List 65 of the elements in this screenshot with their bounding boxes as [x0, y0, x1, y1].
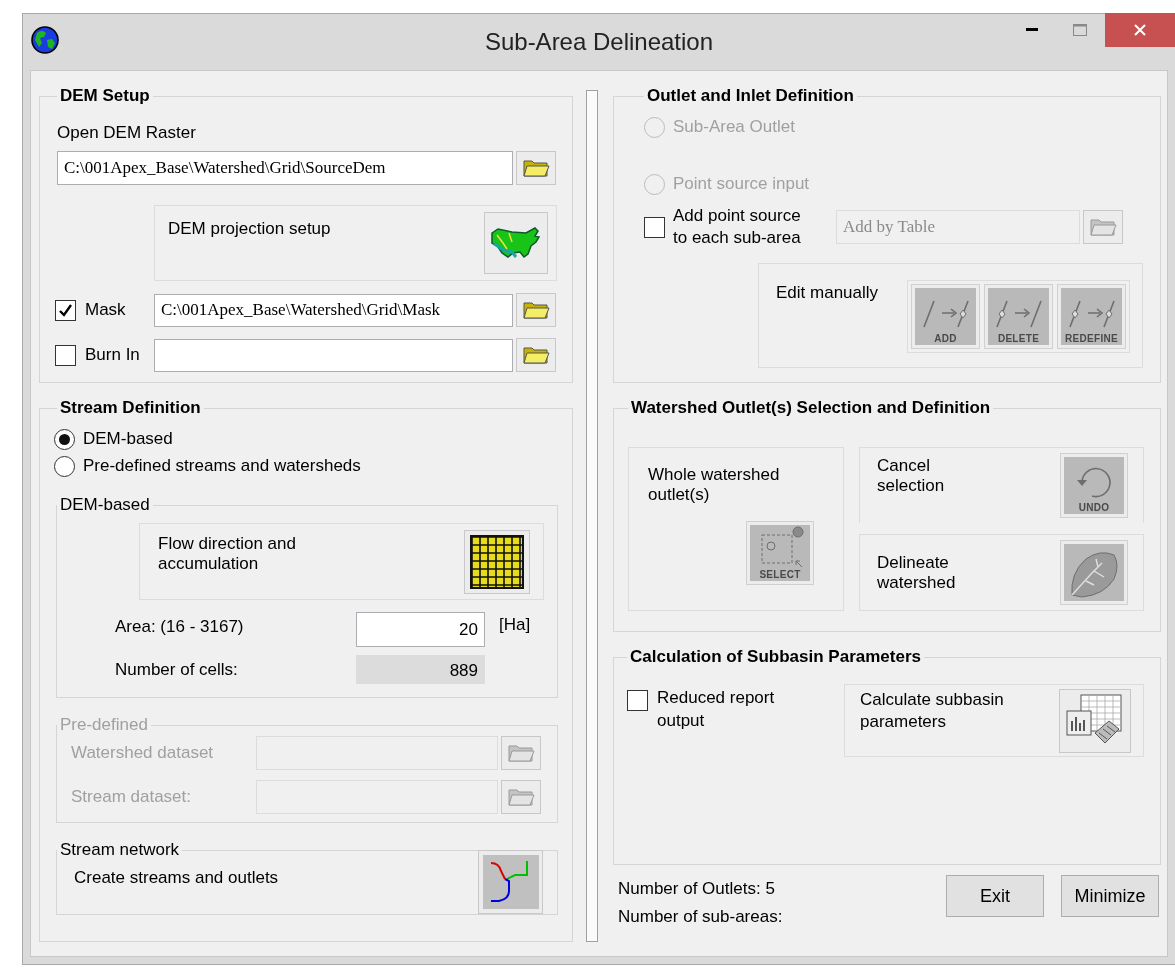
checkbox[interactable]	[55, 344, 76, 366]
path-field[interactable]: C:\001Apex_Base\Watershed\Grid\Mask	[154, 293, 513, 327]
radio-button[interactable]	[54, 428, 75, 450]
checkbox[interactable]	[627, 690, 648, 711]
field-label: Area: (16 - 3167)	[114, 616, 245, 638]
group-title: DEM-based	[59, 495, 151, 515]
path-field[interactable]: C:\001Apex_Base\Watershed\Grid\SourceDem	[57, 151, 513, 185]
panel-label: Edit manually	[775, 282, 879, 304]
panel-label: Whole watershed outlet(s)	[647, 464, 781, 505]
radio-button[interactable]	[54, 455, 75, 477]
group-title: Watershed Outlet(s) Selection and Definition	[630, 398, 992, 418]
panel-label: Calculate subbasin parameters	[859, 689, 1005, 733]
stream-network-button[interactable]	[478, 850, 543, 914]
checkbox-label: Reduced report output	[657, 687, 776, 732]
radio-label: DEM-based	[83, 429, 173, 449]
field-label: Watershed dataset	[70, 743, 215, 763]
panel-label: Flow direction and accumulation	[157, 533, 297, 575]
dialog-button[interactable]: Exit	[946, 875, 1044, 917]
minimize-icon	[1026, 28, 1038, 32]
group-title: Stream network	[59, 840, 181, 860]
folder-icon	[507, 743, 535, 763]
checkbox[interactable]	[55, 299, 76, 321]
checkbox-label: Mask	[85, 300, 126, 320]
field-label: Open DEM Raster	[57, 123, 197, 143]
group-title: DEM Setup	[59, 86, 151, 106]
close-icon	[1134, 24, 1146, 36]
stream-icon	[482, 855, 539, 909]
folder-icon	[522, 158, 550, 178]
checkbox-label: Add point source to each sub-area	[673, 205, 802, 249]
group-title: Calculation of Subbasin Parameters	[629, 647, 922, 667]
area-field[interactable]: 20	[356, 612, 485, 647]
group-title: Stream Definition	[59, 398, 202, 418]
close-button[interactable]	[1105, 13, 1175, 47]
status-text: Number of sub-areas:	[618, 906, 783, 928]
folder-icon	[522, 300, 550, 320]
panel-label: Cancel selection	[876, 455, 946, 497]
globe-icon	[30, 24, 60, 55]
folder-icon	[507, 787, 535, 807]
radio-label: Sub-Area Outlet	[673, 117, 795, 137]
maximize-icon	[1073, 24, 1087, 36]
radio-label: Point source input	[673, 174, 810, 194]
dialog-button[interactable]: Minimize	[1061, 875, 1159, 917]
radio-label: Pre-defined streams and watersheds	[83, 456, 361, 476]
status-text: Number of Outlets: 5	[618, 878, 776, 900]
browse-button[interactable]	[516, 151, 556, 185]
browse-button[interactable]	[516, 338, 556, 372]
field-label: Stream dataset:	[70, 787, 192, 807]
group-title: Outlet and Inlet Definition	[646, 86, 855, 106]
panel-label: DEM projection setup	[167, 218, 331, 240]
panel-label: Create streams and outlets	[73, 867, 279, 888]
panel-label: Delineate watershed	[876, 552, 957, 594]
folder-icon	[522, 345, 550, 365]
cell-count-field: 889	[356, 655, 485, 684]
calculate-button[interactable]	[1059, 689, 1131, 753]
group-title: Pre-defined	[59, 715, 149, 735]
grid-icon	[470, 534, 524, 589]
folder-icon	[1089, 217, 1117, 237]
window-title: Sub-Area Delineation	[484, 28, 714, 56]
browse-button[interactable]	[516, 293, 556, 327]
path-field[interactable]	[154, 338, 513, 372]
unit-label: [Ha]	[499, 614, 531, 636]
flow-direction-button[interactable]	[464, 529, 530, 594]
checkbox-label: Burn In	[85, 345, 140, 365]
field-label: Number of cells:	[114, 658, 239, 681]
projection-button[interactable]	[484, 212, 548, 274]
